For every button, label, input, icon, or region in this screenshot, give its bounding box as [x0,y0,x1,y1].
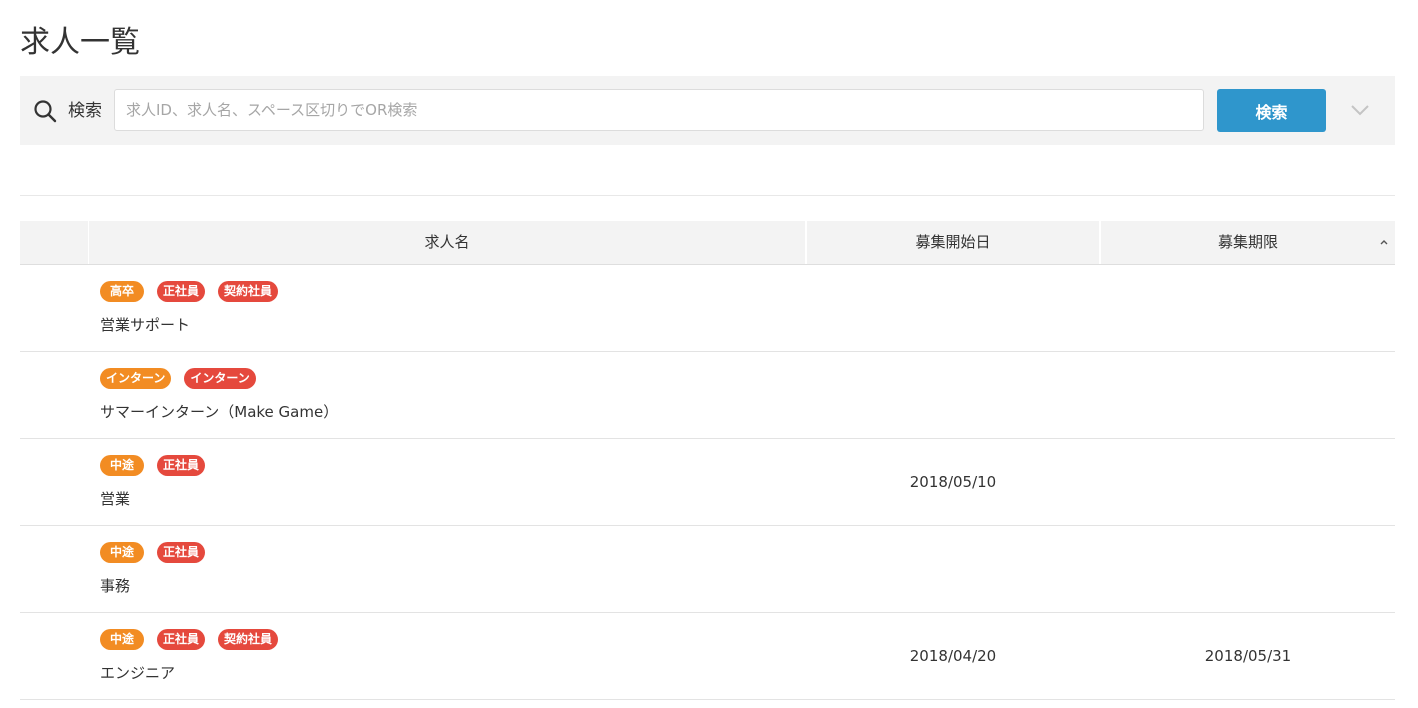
header-blank [20,221,89,264]
header-deadline-label: 募集期限 [1217,233,1278,251]
start-date: 2018/04/20 [909,647,997,665]
header-job-name[interactable]: 求人名 [89,221,807,264]
job-name[interactable]: 営業サポート [100,315,190,335]
deadline: 2018/05/31 [1204,647,1292,665]
header-deadline[interactable]: 募集期限 [1101,221,1395,264]
tag-badge: インターン [184,368,256,389]
tag-badge: 高卒 [100,281,144,302]
tag-badge: 契約社員 [218,281,279,302]
tag-list: 中途 正社員 [100,542,206,563]
table-row[interactable]: 中途 正社員 営業 2018/05/10 [20,439,1395,526]
job-table: 求人名 募集開始日 募集期限 高卒 正社員 契約社員 営業サポート インターン … [20,221,1395,700]
table-row[interactable]: 中途 正社員 契約社員 エンジニア 2018/04/20 2018/05/31 [20,613,1395,700]
chevron-down-icon[interactable] [1348,100,1372,120]
tag-badge: 正社員 [157,281,206,302]
table-row[interactable]: 中途 正社員 事務 [20,526,1395,613]
page-title: 求人一覧 [20,25,140,60]
tag-list: インターン インターン [100,368,256,389]
tag-list: 高卒 正社員 契約社員 [100,281,279,302]
tag-badge: 正社員 [157,542,206,563]
start-date [807,265,1099,351]
search-button[interactable]: 検索 [1217,89,1326,132]
search-bar: 検索 検索 [20,76,1395,145]
deadline [1101,352,1395,438]
job-name[interactable]: 事務 [100,576,130,596]
tag-list: 中途 正社員 [100,455,206,476]
table-header: 求人名 募集開始日 募集期限 [20,221,1395,265]
start-date [807,352,1099,438]
tag-badge: 中途 [100,629,144,650]
job-name[interactable]: サマーインターン（Make Game） [100,402,338,422]
tag-list: 中途 正社員 契約社員 [100,629,279,650]
job-name[interactable]: エンジニア [100,663,175,683]
start-date: 2018/05/10 [909,473,997,491]
deadline [1101,526,1395,612]
job-name[interactable]: 営業 [100,489,130,509]
search-icon [34,100,57,123]
divider [20,195,1395,196]
tag-badge: インターン [100,368,172,389]
deadline [1101,265,1395,351]
header-start-date[interactable]: 募集開始日 [807,221,1101,264]
tag-badge: 正社員 [157,629,206,650]
table-row[interactable]: 高卒 正社員 契約社員 営業サポート [20,265,1395,352]
start-date [807,526,1099,612]
tag-badge: 契約社員 [218,629,279,650]
search-input[interactable] [114,89,1204,131]
table-row[interactable]: インターン インターン サマーインターン（Make Game） [20,352,1395,439]
caret-up-icon[interactable] [1379,237,1389,247]
search-label: 検索 [68,101,102,121]
deadline [1101,439,1395,525]
tag-badge: 中途 [100,542,144,563]
tag-badge: 正社員 [157,455,206,476]
tag-badge: 中途 [100,455,144,476]
